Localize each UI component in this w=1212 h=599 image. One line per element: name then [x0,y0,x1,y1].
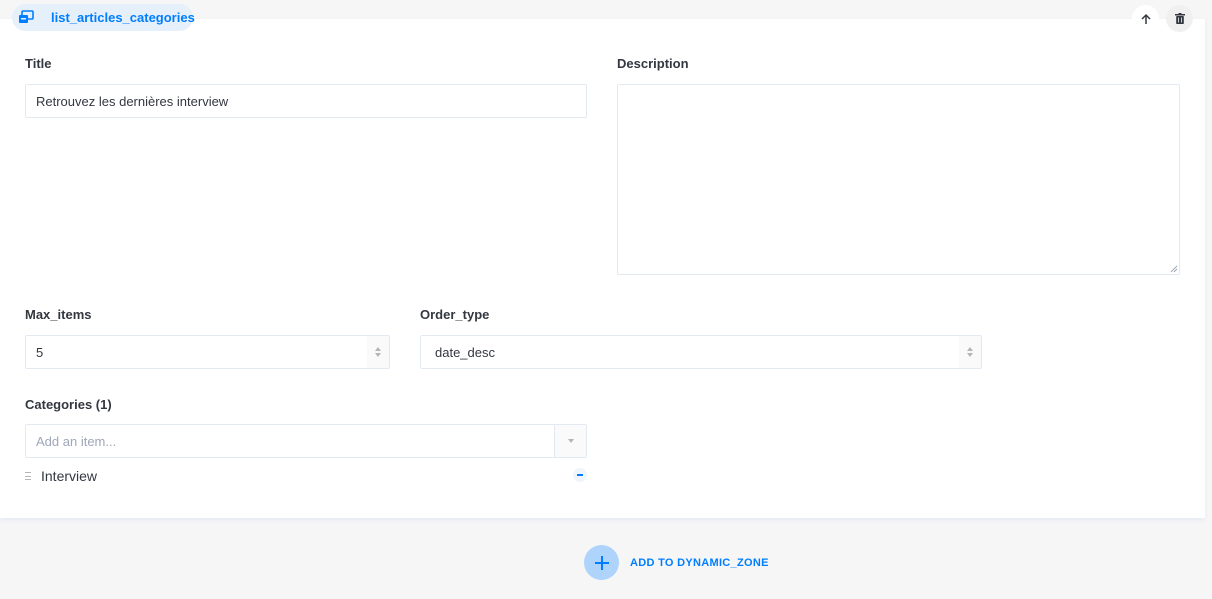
max-items-value: 5 [36,344,44,360]
drag-handle-icon[interactable] [25,472,33,480]
add-to-dynamic-zone-label: ADD TO DYNAMIC_ZONE [630,556,769,569]
plus-glyph-icon [594,555,609,570]
order-type-label: Order_type [420,307,490,322]
trash-icon [1174,13,1185,24]
minus-icon [577,474,583,476]
max-items-stepper[interactable] [367,336,389,368]
chevron-down-icon [567,439,574,443]
component-header[interactable]: list_articles_categories [12,4,195,31]
order-type-select[interactable]: date_desc [420,335,982,369]
arrow-up-icon [1140,13,1151,24]
title-input-value: Retrouvez les dernières interview [36,93,229,109]
select-down-icon [967,353,973,357]
add-to-dynamic-zone-button[interactable]: ADD TO DYNAMIC_ZONE [584,545,769,580]
categories-label: Categories (1) [25,397,112,412]
stepper-down-icon[interactable] [375,353,381,357]
select-up-icon [967,347,973,351]
plus-icon[interactable] [584,545,619,580]
remove-item-button[interactable] [573,468,587,482]
max-items-input[interactable]: 5 [25,335,390,369]
move-up-button[interactable] [1132,5,1159,32]
component-name: list_articles_categories [51,10,195,25]
order-type-value: date_desc [435,344,495,360]
stepper-up-icon[interactable] [375,347,381,351]
order-type-select-arrows[interactable] [959,336,981,368]
component-icon [19,10,34,23]
categories-select[interactable]: Add an item... [25,424,587,458]
max-items-label: Max_items [25,307,92,322]
description-label: Description [617,56,689,71]
component-card: Title Retrouvez les dernières interview … [0,19,1205,518]
title-label: Title [25,56,52,71]
categories-placeholder: Add an item... [36,433,117,449]
delete-button[interactable] [1166,5,1193,32]
description-textarea[interactable] [617,84,1180,275]
categories-dropdown-button[interactable] [554,425,586,457]
category-item-label: Interview [41,468,98,484]
page: Title Retrouvez les dernières interview … [0,0,1212,599]
title-input[interactable]: Retrouvez les dernières interview [25,84,587,118]
resize-grip-icon[interactable] [1170,265,1178,273]
list-item: Interview [25,465,587,487]
